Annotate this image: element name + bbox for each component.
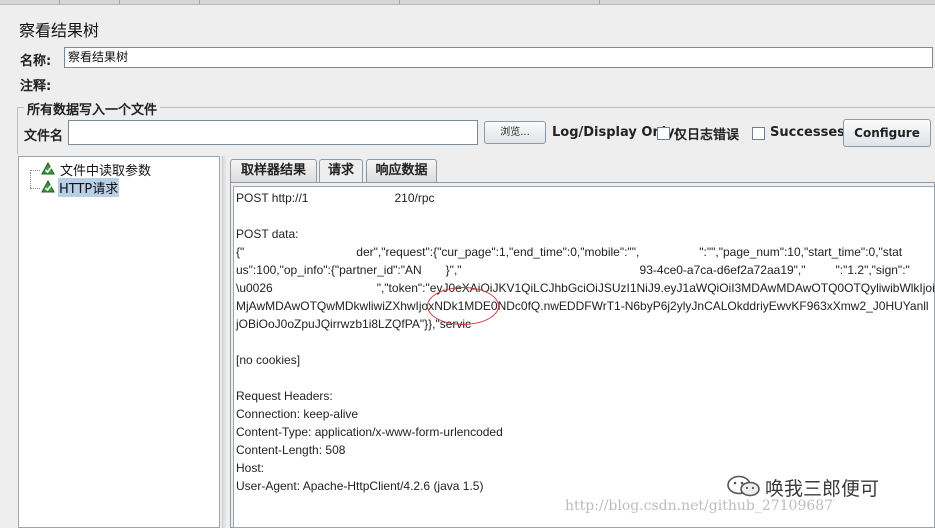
file-group-title: 所有数据写入一个文件 bbox=[24, 99, 161, 118]
post-data-line: MjAwMDAwOTQwMDkwliwiZXhwIjoxNDk1MDE0NDc0… bbox=[236, 299, 929, 313]
panel-title: 察看结果树 bbox=[19, 21, 100, 40]
configure-button[interactable]: Configure bbox=[843, 119, 931, 147]
filename-label: 文件名 bbox=[24, 129, 64, 144]
sampler-icon bbox=[41, 162, 55, 175]
tab-request[interactable]: 请求 bbox=[319, 159, 363, 183]
cookies-text: [no cookies] bbox=[236, 353, 301, 367]
split-pane-divider[interactable] bbox=[222, 156, 226, 528]
successes-label: Successes bbox=[770, 125, 845, 140]
post-data-line: us":100,"op_info":{"partner_id":"AN}"," 9… bbox=[236, 263, 910, 277]
watermark-author: 唤我三郎便可 bbox=[765, 478, 880, 500]
browse-button[interactable]: 浏览... bbox=[484, 121, 546, 144]
comment-input[interactable] bbox=[58, 72, 933, 93]
name-label: 名称: bbox=[20, 54, 52, 69]
top-toolbar-strip bbox=[0, 0, 935, 5]
header-connection: Connection: keep-alive bbox=[236, 407, 359, 421]
tree-connector bbox=[30, 188, 40, 189]
header-content-length: Content-Length: 508 bbox=[236, 443, 346, 457]
header-content-type: Content-Type: application/x-www-form-url… bbox=[236, 425, 503, 439]
tree-connector bbox=[30, 170, 40, 171]
wechat-icon bbox=[727, 475, 760, 497]
successes-checkbox[interactable] bbox=[752, 127, 765, 140]
sampler-icon bbox=[41, 180, 55, 193]
watermark-url: http://blog.csdn.net/github_27109687 bbox=[565, 498, 834, 514]
tree-connector bbox=[30, 172, 31, 188]
errors-only-label: 仅日志错误 bbox=[674, 128, 740, 143]
post-data-line: {" der","request":{"cur_page":1,"end_time… bbox=[236, 245, 903, 259]
tab-response-data[interactable]: 响应数据 bbox=[366, 159, 437, 182]
request-line: POST http://1 210/rpc bbox=[236, 191, 435, 205]
post-data-line: \u0026 ","token":"eyJ0eXAiOiJKV1QiLCJhbGc… bbox=[236, 281, 935, 295]
header-user-agent: User-Agent: Apache-HttpClient/4.2.6 (jav… bbox=[236, 479, 484, 493]
tree-item-read-params[interactable]: 文件中读取参数 bbox=[59, 160, 152, 179]
comment-label: 注释: bbox=[20, 79, 52, 94]
name-input[interactable]: 察看结果树 bbox=[64, 47, 933, 68]
annotation-circle bbox=[427, 287, 499, 325]
headers-label: Request Headers: bbox=[236, 389, 333, 403]
tree-item-http-request[interactable]: HTTP请求 bbox=[58, 178, 120, 197]
post-data-label: POST data: bbox=[236, 227, 299, 241]
header-host: Host: bbox=[236, 459, 388, 477]
tab-sampler-result[interactable]: 取样器结果 bbox=[230, 159, 317, 182]
errors-only-checkbox[interactable] bbox=[657, 127, 670, 140]
filename-input[interactable] bbox=[68, 120, 478, 145]
results-tree[interactable] bbox=[18, 156, 220, 528]
